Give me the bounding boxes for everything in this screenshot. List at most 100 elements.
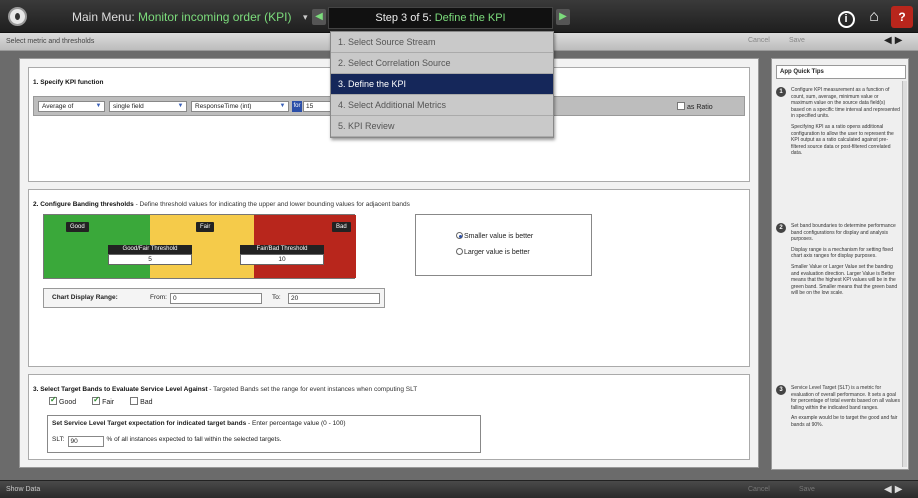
radio-icon [456, 248, 463, 255]
chevron-down-icon[interactable]: ▾ [303, 12, 308, 23]
step-item-define-kpi[interactable]: 3. Define the KPI [331, 74, 553, 95]
good-fair-threshold-label: Good/Fair Threshold [108, 245, 192, 254]
info-icon: i [837, 11, 855, 28]
slt-box: Set Service Level Target expectation for… [47, 415, 481, 453]
arrow-right-icon[interactable]: ▶ [895, 484, 906, 495]
field-select-value: ResponseTime (int) [195, 103, 252, 110]
main-menu-value: Monitor incoming order (KPI) [138, 10, 292, 24]
step-item-correlation-source[interactable]: 2. Select Correlation Source [331, 53, 553, 74]
to-label: To: [272, 294, 281, 301]
target-fair-checkbox[interactable]: Fair [92, 395, 115, 406]
tip-3: 3 Service Level Target (SLT) is a metric… [776, 385, 900, 433]
band-fair-label: Fair [196, 222, 215, 232]
nav-arrows[interactable]: ◀▶ [884, 484, 905, 495]
band-bad-label: Bad [332, 222, 351, 232]
chevron-down-icon: ▼ [95, 103, 102, 109]
quick-tips-header: App Quick Tips [776, 65, 906, 79]
target-bands-section: 3. Select Target Bands to Evaluate Servi… [28, 374, 750, 460]
smaller-better-radio[interactable]: Smaller value is better [456, 232, 533, 240]
function-select[interactable]: Average of ▼ [38, 101, 105, 112]
from-input[interactable]: 0 [170, 293, 262, 304]
target-bad-label: Bad [140, 399, 153, 406]
checkbox-checked-icon [49, 395, 57, 405]
nav-arrows[interactable]: ◀▶ [884, 35, 905, 46]
good-fair-threshold-input[interactable]: 5 [108, 254, 192, 265]
tip-number-3: 3 [776, 385, 786, 395]
slt-title-text: Set Service Level Target expectation for… [52, 420, 247, 427]
main-menu-prefix: Main Menu: [72, 10, 135, 24]
tip-text: Display range is a mechanism for setting… [791, 246, 893, 260]
step-prefix: Step 3 of 5: [375, 12, 432, 24]
quick-tips-panel: App Quick Tips 1 Configure KPI measureme… [771, 58, 909, 470]
field-mode-value: single field [113, 103, 144, 110]
arrow-right-icon[interactable]: ▶ [895, 35, 906, 46]
larger-better-radio[interactable]: Larger value is better [456, 248, 530, 256]
previous-step-button[interactable]: ◀ [312, 9, 326, 25]
fair-bad-threshold-label: Fair/Bad Threshold [240, 245, 324, 254]
band-good-label: Good [66, 222, 89, 232]
fair-bad-threshold-input[interactable]: 10 [240, 254, 324, 265]
smaller-better-label: Smaller value is better [464, 233, 534, 240]
slt-description: - Enter percentage value (0 - 100) [246, 420, 346, 427]
as-ratio-label: as Ratio [687, 104, 713, 111]
from-label: From: [150, 294, 167, 301]
step-selector[interactable]: Step 3 of 5: Define the KPI [328, 7, 553, 29]
home-button[interactable]: ⌂ [863, 6, 885, 28]
larger-better-label: Larger value is better [464, 249, 530, 256]
cancel-button[interactable]: Cancel [748, 37, 770, 44]
section-title-text: 3. Select Target Bands to Evaluate Servi… [33, 386, 208, 393]
tip-text: Specifying KPI as a ratio opens addition… [791, 123, 894, 157]
arrow-left-icon[interactable]: ◀ [884, 35, 895, 46]
section-description: - Define threshold values for indicating… [133, 201, 410, 208]
bands-chart: Good Fair Bad Good/Fair Threshold 5 Fair… [43, 214, 356, 279]
target-band-checkboxes: Good Fair Bad [49, 395, 167, 406]
field-select[interactable]: ResponseTime (int) ▼ [191, 101, 289, 112]
step-item-additional-metrics[interactable]: 4. Select Additional Metrics [331, 95, 553, 116]
slt-input[interactable]: 90 [67, 436, 104, 447]
chart-display-range: Chart Display Range: From: 0 To: 20 [43, 288, 385, 308]
main-menu[interactable]: Main Menu: Monitor incoming order (KPI) [72, 10, 291, 24]
tip-text: An example would be to target the good a… [791, 415, 898, 428]
tips-scrollbar[interactable] [902, 81, 907, 467]
bottom-bar: Show Data Cancel Save ◀▶ [0, 480, 918, 498]
target-good-label: Good [59, 399, 77, 406]
home-icon: ⌂ [869, 8, 879, 25]
save-button[interactable]: Save [799, 486, 815, 493]
next-step-button[interactable]: ▶ [556, 9, 570, 25]
range-label: Chart Display Range: [52, 294, 118, 301]
info-button[interactable]: i [835, 6, 857, 28]
slt-title: Set Service Level Target expectation for… [52, 420, 346, 427]
step-value: Define the KPI [434, 12, 506, 24]
for-label: for [292, 101, 302, 112]
slt-label: SLT: [52, 436, 65, 443]
as-ratio-checkbox[interactable]: as Ratio [677, 102, 713, 111]
tip-text: Service Level Target (SLT) is a metric f… [791, 385, 900, 411]
chevron-down-icon: ▼ [279, 103, 286, 109]
step-item-kpi-review[interactable]: 5. KPI Review [331, 116, 553, 137]
target-good-checkbox[interactable]: Good [49, 395, 77, 406]
target-bad-checkbox[interactable]: Bad [130, 397, 153, 406]
cancel-button[interactable]: Cancel [748, 486, 770, 493]
function-select-value: Average of [42, 103, 74, 110]
tip-text: Set band boundaries to determine perform… [791, 223, 896, 243]
show-data-button[interactable]: Show Data [6, 486, 40, 493]
target-fair-label: Fair [102, 399, 115, 406]
checkbox-checked-icon [92, 395, 101, 405]
section-title: 2. Configure Banding thresholds - Define… [33, 201, 410, 208]
interval-input[interactable]: 15 [303, 101, 331, 112]
step-item-source-stream[interactable]: 1. Select Source Stream [331, 32, 553, 53]
app-logo-icon[interactable] [8, 7, 27, 26]
chevron-down-icon: ▼ [177, 103, 184, 109]
arrow-left-icon[interactable]: ◀ [884, 484, 895, 495]
slt-row: SLT: 90% of all instances expected to fal… [52, 436, 281, 447]
tip-number-2: 2 [776, 223, 786, 233]
section-title: 1. Specify KPI function [33, 79, 104, 86]
checkbox-icon [677, 102, 685, 110]
direction-radio-group: Smaller value is better Larger value is … [415, 214, 592, 276]
help-button[interactable]: ? [891, 6, 913, 28]
to-input[interactable]: 20 [288, 293, 380, 304]
save-button[interactable]: Save [789, 37, 805, 44]
field-mode-select[interactable]: single field ▼ [109, 101, 187, 112]
top-bar: Main Menu: Monitor incoming order (KPI) … [0, 0, 918, 33]
slt-suffix: % of all instances expected to fall with… [106, 436, 282, 443]
